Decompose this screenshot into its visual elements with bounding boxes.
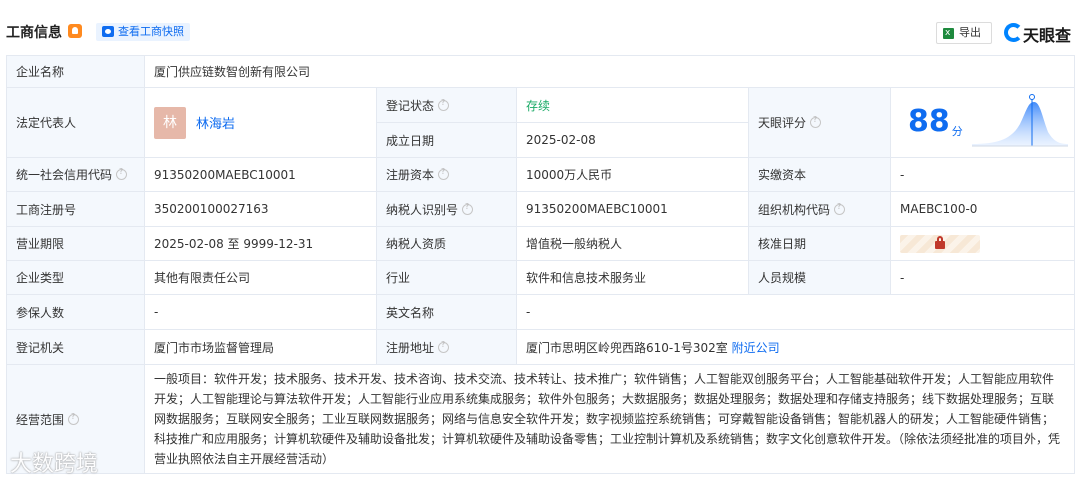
approve-date-cell[interactable]: [889, 226, 1076, 261]
table-row: 企业类型 其他有限责任公司 行业 软件和信息技术服务业 人员规模 -: [6, 260, 1076, 295]
en-name-label: 英文名称: [376, 294, 517, 330]
paid-capital-label: 实缴资本: [748, 157, 891, 192]
tax-id-label-cell: 纳税人识别号: [376, 191, 517, 227]
nearby-companies-link[interactable]: 附近公司: [732, 341, 780, 355]
company-name: 厦门供应链数智创新有限公司: [143, 55, 1076, 88]
industry-label: 行业: [376, 260, 517, 295]
reg-no-value: 350200100027163: [144, 191, 377, 227]
term-value: 2025-02-08 至 9999-12-31: [144, 226, 377, 261]
watermark: 大数跨境: [10, 452, 99, 477]
header: 工商信息 查看工商快照 导出 天眼查: [0, 0, 1080, 58]
address-label: 注册地址: [386, 340, 435, 355]
status-label: 登记状态: [386, 98, 435, 113]
excel-icon: [943, 23, 954, 43]
export-button[interactable]: 导出: [936, 22, 992, 44]
industry-value: 软件和信息技术服务业: [516, 260, 749, 295]
insured-label: 参保人数: [6, 294, 145, 330]
staff-value: -: [889, 260, 1076, 295]
avatar[interactable]: 林: [154, 106, 186, 139]
org-code-value: MAEBC100-0: [889, 191, 1076, 227]
status-value: 存续: [516, 87, 749, 123]
tax-id-value: 91350200MAEBC10001: [516, 191, 749, 227]
address-value: 厦门市思明区岭兜西路610-1号302室: [526, 340, 728, 355]
address-label-cell: 注册地址: [376, 329, 517, 365]
en-name-value: -: [515, 294, 1076, 330]
view-snapshot-button[interactable]: 查看工商快照: [96, 23, 190, 41]
status-label-cell: 登记状态: [376, 87, 517, 123]
help-icon[interactable]: [834, 202, 846, 215]
help-icon[interactable]: [438, 98, 450, 111]
score-cell[interactable]: 88 分: [889, 87, 1076, 158]
scope-label: 经营范围: [16, 412, 65, 427]
table-row: 工商注册号 350200100027163 纳税人识别号 91350200MAE…: [6, 191, 1076, 227]
distribution-curve: [972, 101, 1068, 146]
table-row: 经营范围 一般项目：软件开发；技术服务、技术开发、技术咨询、技术交流、技术转让、…: [6, 364, 1076, 474]
founded-value: 2025-02-08: [516, 122, 749, 158]
help-icon[interactable]: [438, 340, 450, 353]
scope-value: 一般项目：软件开发；技术服务、技术开发、技术咨询、技术交流、技术转让、技术推广；…: [143, 364, 1076, 474]
approve-date-label: 核准日期: [748, 226, 891, 261]
legal-rep-link[interactable]: 林海岩: [196, 117, 235, 132]
authority-label: 登记机关: [6, 329, 145, 365]
business-info-table: 企业名称 厦门供应链数智创新有限公司 法定代表人 林林海岩 登记状态 存续 天眼…: [6, 55, 1076, 474]
type-value: 其他有限责任公司: [144, 260, 377, 295]
paid-capital-value: -: [889, 157, 1076, 192]
capital-label-cell: 注册资本: [376, 157, 517, 192]
reg-no-label: 工商注册号: [6, 191, 145, 227]
capital-label: 注册资本: [386, 168, 435, 182]
credit-code-value: 91350200MAEBC10001: [144, 157, 377, 192]
tax-qual-value: 增值税一般纳税人: [516, 226, 749, 261]
authority-value: 厦门市市场监督管理局: [144, 329, 377, 365]
term-label: 营业期限: [6, 226, 145, 261]
table-row: 营业期限 2025-02-08 至 9999-12-31 纳税人资质 增值税一般…: [6, 226, 1076, 261]
camera-icon: [102, 26, 114, 37]
staff-label: 人员规模: [748, 260, 891, 295]
locked-value[interactable]: [900, 234, 980, 253]
score-value: 88: [908, 103, 950, 139]
section-title: 工商信息: [6, 25, 62, 41]
legal-rep-cell: 林林海岩: [144, 87, 377, 158]
legal-rep-label: 法定代表人: [6, 87, 145, 158]
score-label: 天眼评分: [758, 116, 807, 130]
insured-value: -: [144, 294, 377, 330]
table-row: 参保人数 - 英文名称 -: [6, 294, 1076, 330]
capital-value: 10000万人民币: [516, 157, 749, 192]
table-row: 登记机关 厦门市市场监督管理局 注册地址 厦门市思明区岭兜西路610-1号302…: [6, 329, 1076, 365]
bell-icon[interactable]: [68, 24, 82, 38]
tax-id-label: 纳税人识别号: [386, 202, 459, 217]
org-code-label: 组织机构代码: [758, 202, 831, 217]
org-code-label-cell: 组织机构代码: [748, 191, 891, 227]
company-name-label: 企业名称: [6, 55, 145, 88]
table-row: 法定代表人 林林海岩 登记状态 存续 天眼评分 88分: [6, 87, 1076, 158]
founded-label: 成立日期: [376, 122, 517, 158]
view-snapshot-label: 查看工商快照: [118, 25, 184, 38]
score-unit: 分: [951, 124, 963, 138]
address-cell: 厦门市思明区岭兜西路610-1号302室 附近公司: [515, 329, 1076, 365]
help-icon[interactable]: [68, 412, 80, 425]
credit-code-label-cell: 统一社会信用代码: [6, 157, 145, 192]
score-marker-dot: [1029, 93, 1035, 100]
lock-icon: [935, 235, 945, 249]
logo-text: 天眼查: [1023, 26, 1072, 45]
credit-code-label: 统一社会信用代码: [16, 168, 113, 182]
table-row: 统一社会信用代码 91350200MAEBC10001 注册资本 10000万人…: [6, 157, 1076, 192]
type-label: 企业类型: [6, 260, 145, 295]
help-icon[interactable]: [438, 167, 450, 180]
score-distribution-chart: [972, 93, 1068, 146]
help-icon[interactable]: [462, 202, 474, 215]
export-label: 导出: [959, 26, 981, 39]
score-label-cell: 天眼评分: [748, 87, 891, 158]
help-icon[interactable]: [810, 115, 822, 128]
logo-mark-icon: [1004, 23, 1023, 42]
help-icon[interactable]: [116, 167, 128, 180]
table-row: 企业名称 厦门供应链数智创新有限公司: [6, 55, 1076, 88]
tax-qual-label: 纳税人资质: [376, 226, 517, 261]
